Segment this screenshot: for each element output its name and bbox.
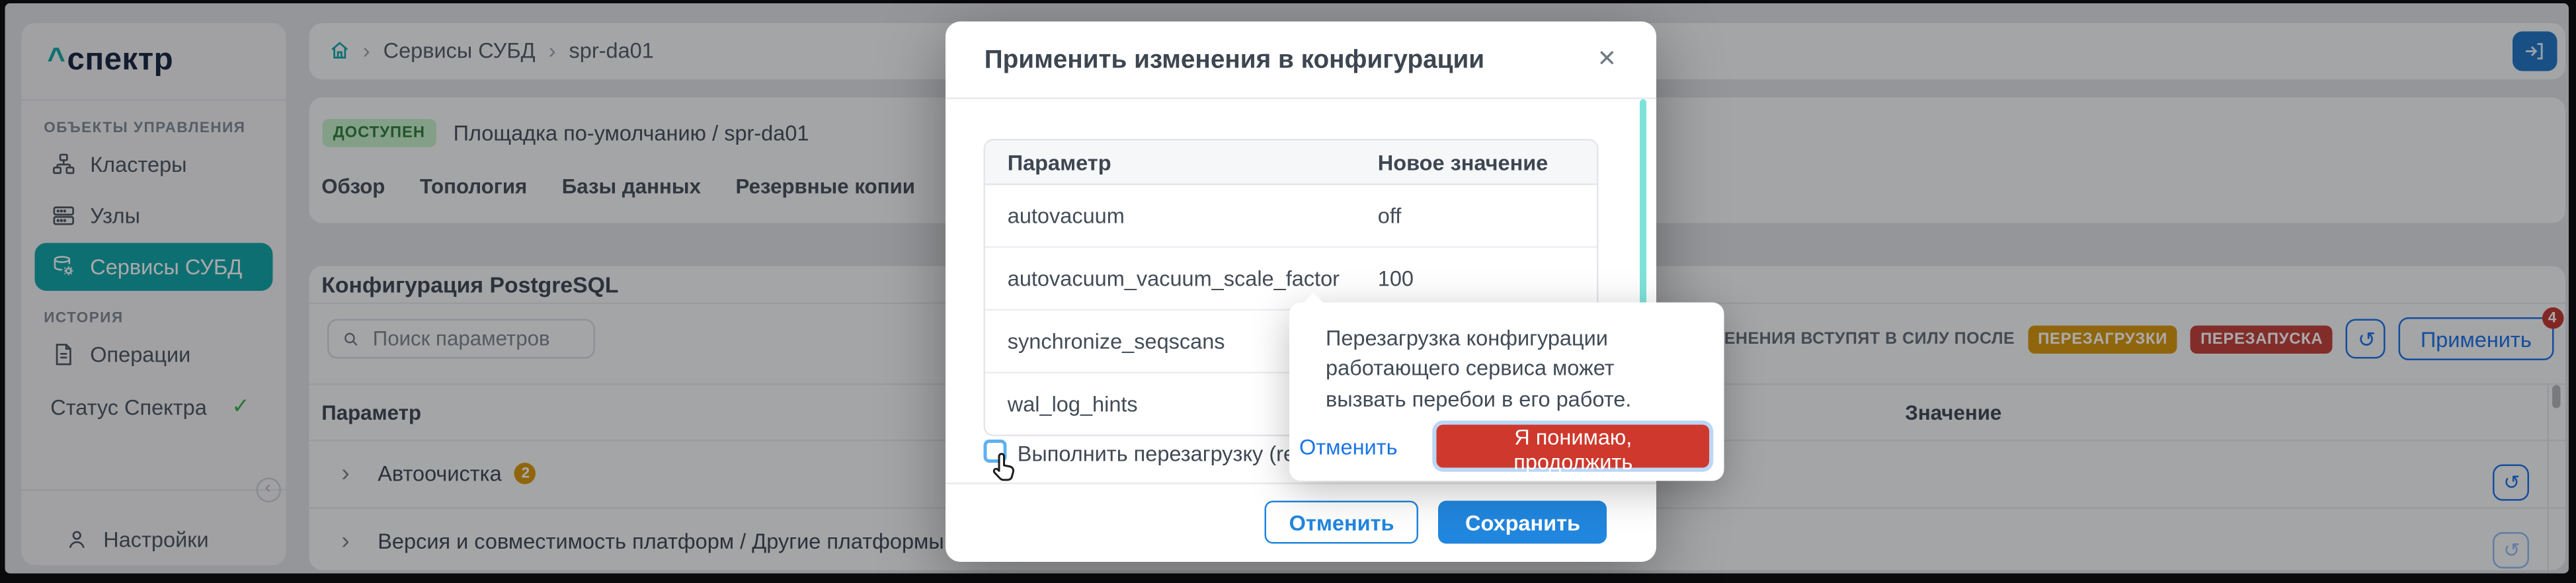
table-row: autovacuum_vacuum_scale_factor 100 bbox=[985, 248, 1596, 311]
param-name: autovacuum_vacuum_scale_factor bbox=[985, 266, 1378, 292]
modal-footer-divider bbox=[945, 482, 1656, 484]
popover-confirm-button[interactable]: Я понимаю, продолжить bbox=[1437, 425, 1709, 468]
modal-header-divider bbox=[945, 97, 1656, 99]
param-value: 100 bbox=[1378, 266, 1596, 292]
param-name: autovacuum bbox=[985, 204, 1378, 229]
page: ^ спектр ОБЪЕКТЫ УПРАВЛЕНИЯ Кластеры Узл… bbox=[0, 0, 2576, 583]
modal-title: Применить изменения в конфигурации bbox=[985, 46, 1484, 76]
table-row: autovacuum off bbox=[985, 185, 1596, 248]
popover-cancel-button[interactable]: Отменить bbox=[1289, 432, 1408, 461]
modal-footer: Отменить Сохранить bbox=[1264, 501, 1607, 544]
modal-cancel-button[interactable]: Отменить bbox=[1264, 501, 1419, 544]
modal-save-button[interactable]: Сохранить bbox=[1439, 501, 1607, 544]
param-value: off bbox=[1378, 204, 1596, 229]
hand-cursor-icon bbox=[990, 451, 1020, 486]
param-header: Параметр bbox=[985, 149, 1378, 175]
changes-table-header: Параметр Новое значение bbox=[985, 141, 1596, 186]
close-icon[interactable]: ✕ bbox=[1588, 45, 1627, 71]
reload-warning-popover: Перезагрузка конфигурации работающего се… bbox=[1289, 303, 1724, 482]
popover-actions: Отменить Я понимаю, продолжить bbox=[1289, 425, 1709, 468]
new-value-header: Новое значение bbox=[1378, 149, 1596, 175]
popover-message: Перезагрузка конфигурации работающего се… bbox=[1326, 324, 1698, 415]
